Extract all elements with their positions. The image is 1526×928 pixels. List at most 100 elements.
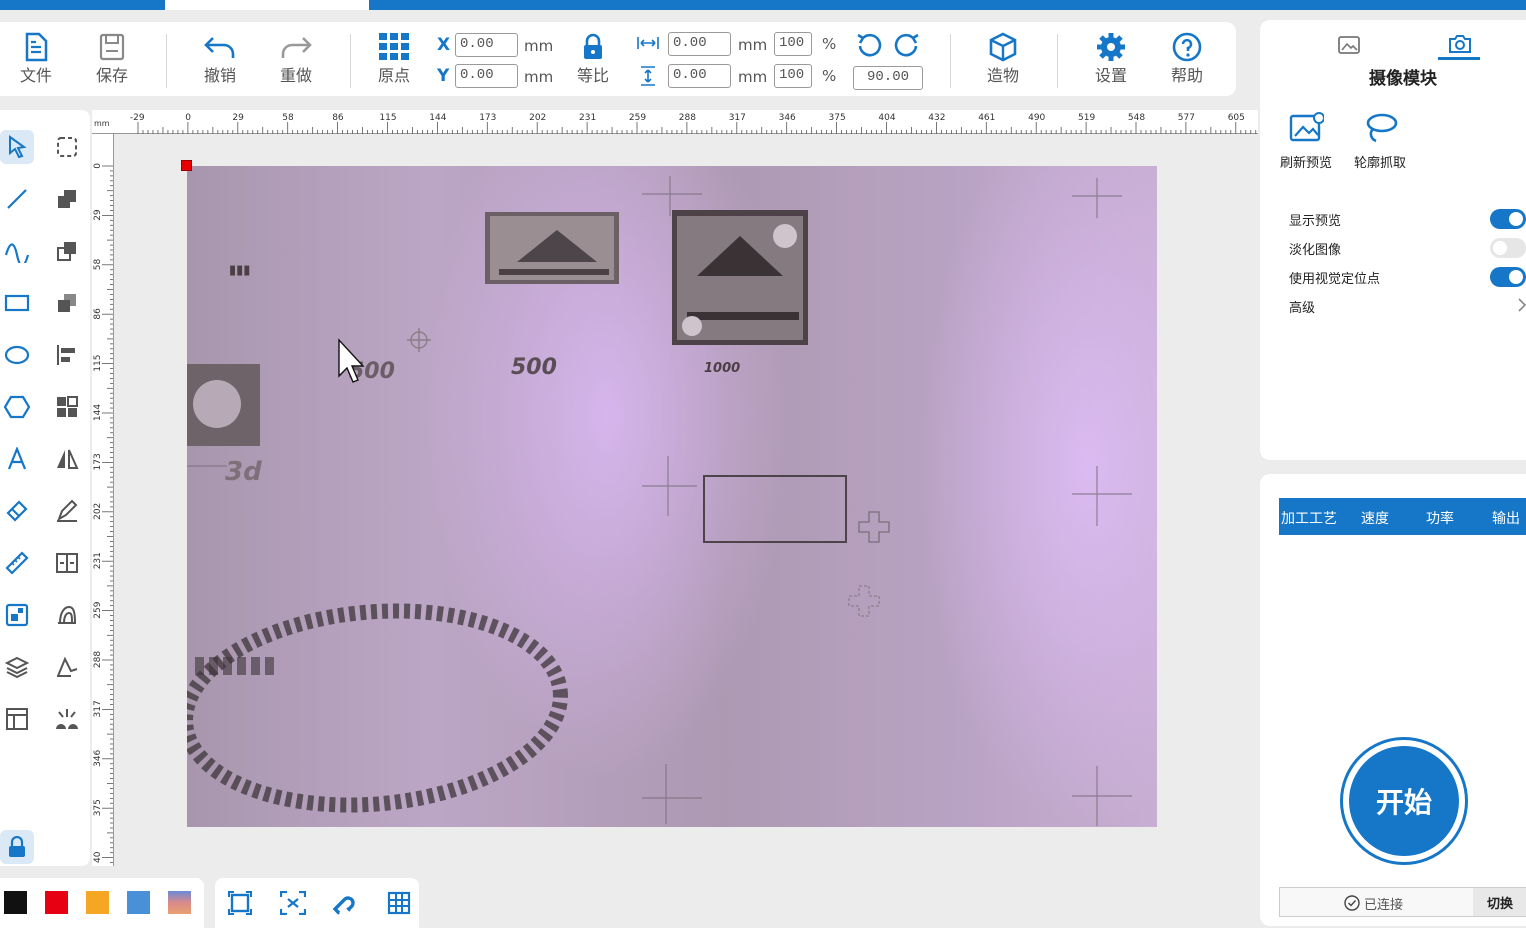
magnet-icon[interactable] xyxy=(333,889,359,917)
help-button[interactable]: 帮助 xyxy=(1159,32,1215,86)
fade-image-toggle[interactable] xyxy=(1490,238,1526,258)
vertical-ruler: 0 29 58 86 115 144 173 202 231 259 288 317 346 375 40 xyxy=(92,134,114,866)
offset-icon xyxy=(58,605,76,624)
width-percent-input[interactable]: 100 xyxy=(774,32,812,56)
intersect-tool[interactable] xyxy=(50,286,84,320)
lock-ratio-button[interactable]: 等比 xyxy=(565,32,621,86)
select-tool[interactable] xyxy=(0,130,34,164)
x-label: X xyxy=(437,35,451,55)
swatch-gradient[interactable] xyxy=(168,891,191,914)
help-icon xyxy=(1172,32,1202,62)
height-percent-input[interactable]: 100 xyxy=(774,64,812,88)
curve-tool[interactable] xyxy=(0,234,34,268)
image-tool[interactable] xyxy=(0,598,34,632)
camera-scene: ▮▮▮ 500 500 1000 3d xyxy=(187,176,1132,826)
fit-frame-icon[interactable] xyxy=(228,891,252,915)
height-unit: mm xyxy=(738,68,768,86)
camera-panel: 摄像模块 刷新预览 轮廓抓取 显示预览 淡化图像 使用视觉定位点 高级 xyxy=(1260,20,1526,460)
redo-label: 重做 xyxy=(279,66,312,85)
camera-preview-image[interactable]: ▮▮▮ 500 500 1000 3d xyxy=(187,166,1157,827)
rotate-left-icon[interactable] xyxy=(855,32,883,60)
redo-button[interactable]: 重做 xyxy=(268,32,324,86)
active-tab[interactable] xyxy=(165,0,369,10)
ruler-tick-label: 548 xyxy=(1128,113,1145,123)
show-preview-toggle[interactable] xyxy=(1490,209,1526,229)
ruler-tick-label: 173 xyxy=(93,453,103,470)
path-tool[interactable] xyxy=(50,650,84,684)
advanced-label[interactable]: 高级 xyxy=(1289,297,1315,316)
settings-button[interactable]: 设置 xyxy=(1083,32,1139,86)
horizontal-ruler: mm -29 0 29 58 86 115 144 173 202 231 259 288 317 346… xyxy=(92,110,1258,134)
rotation-input[interactable]: 90.00 xyxy=(853,66,923,90)
create-button[interactable]: 造物 xyxy=(975,32,1031,86)
origin-button[interactable]: 原点 xyxy=(366,32,422,86)
array-tool[interactable] xyxy=(50,390,84,424)
width-input[interactable]: 0.00 xyxy=(668,32,731,56)
union-tool[interactable] xyxy=(50,182,84,216)
y-position-input[interactable]: 0.00 xyxy=(455,64,518,88)
visual-positioning-toggle[interactable] xyxy=(1490,267,1526,287)
save-button[interactable]: 保存 xyxy=(84,32,140,86)
fit-selection-icon[interactable] xyxy=(280,891,306,915)
engraved-label-1000: 1000 xyxy=(704,361,740,376)
align-left-icon xyxy=(57,345,75,365)
swatch-orange[interactable] xyxy=(86,891,109,914)
origin-marker[interactable] xyxy=(181,160,192,171)
measure-tool[interactable] xyxy=(0,546,34,580)
contour-capture-button[interactable]: 轮廓抓取 xyxy=(1348,112,1412,171)
swatch-blue[interactable] xyxy=(127,891,150,914)
file-label: 文件 xyxy=(19,66,52,85)
text-tool[interactable] xyxy=(0,442,34,476)
mirror-tool[interactable] xyxy=(50,442,84,476)
layers-icon xyxy=(5,656,29,679)
camera-tab-icon[interactable] xyxy=(1448,34,1472,54)
rectangle-icon xyxy=(4,294,30,312)
layers-tool[interactable] xyxy=(0,650,34,684)
subtract-tool[interactable] xyxy=(50,234,84,268)
ellipse-tool[interactable] xyxy=(0,338,34,372)
refresh-preview-button[interactable]: 刷新预览 xyxy=(1274,112,1338,171)
create-label: 造物 xyxy=(986,66,1019,85)
lock-canvas-button[interactable] xyxy=(0,830,34,864)
file-button[interactable]: 文件 xyxy=(8,32,64,86)
height-input[interactable]: 0.00 xyxy=(668,64,731,88)
mirror-icon xyxy=(57,449,79,469)
rotate-right-icon[interactable] xyxy=(893,32,921,60)
undo-button[interactable]: 撤销 xyxy=(192,32,248,86)
eraser-icon xyxy=(6,500,28,522)
rectangle-tool[interactable] xyxy=(0,286,34,320)
origin-label: 原点 xyxy=(377,66,410,85)
ruler-tick-label: 0 xyxy=(185,113,191,123)
ruler-tick-label: 202 xyxy=(529,113,546,123)
swatch-black[interactable] xyxy=(4,891,27,914)
polygon-tool[interactable] xyxy=(0,390,34,424)
ruler-ticks: 0 29 58 86 115 144 173 202 231 259 288 317 346 375 40 xyxy=(93,163,113,863)
show-preview-label: 显示预览 xyxy=(1289,214,1342,229)
template-tool[interactable] xyxy=(0,702,34,736)
y-label: Y xyxy=(437,66,450,86)
image-tab-icon[interactable] xyxy=(1338,36,1360,54)
ruler-tick-label: 259 xyxy=(93,601,103,618)
padlock-icon xyxy=(9,836,25,857)
offset-tool[interactable] xyxy=(50,598,84,632)
split-tool[interactable] xyxy=(50,546,84,580)
eraser-tool[interactable] xyxy=(0,494,34,528)
lasso-icon xyxy=(1366,113,1398,143)
active-tab-indicator xyxy=(1438,57,1480,60)
gear-icon xyxy=(1097,33,1125,61)
swatch-red[interactable] xyxy=(45,891,68,914)
grid-icon[interactable] xyxy=(387,891,411,915)
node-edit-tool[interactable] xyxy=(50,130,84,164)
start-button[interactable]: 开始 xyxy=(1340,737,1468,865)
line-tool[interactable] xyxy=(0,182,34,216)
align-tool[interactable] xyxy=(50,338,84,372)
ruler-tick-label: 58 xyxy=(282,113,294,123)
ruler-tick-label: 605 xyxy=(1228,113,1245,123)
process-panel: 加工工艺 速度 功率 输出 开始 已连接 切换 xyxy=(1260,474,1526,926)
switch-button[interactable]: 切换 xyxy=(1473,888,1526,916)
undo-label: 撤销 xyxy=(203,66,236,85)
pen-edit-tool[interactable] xyxy=(50,494,84,528)
file-icon xyxy=(25,32,48,62)
laser-tool[interactable] xyxy=(50,702,84,736)
x-position-input[interactable]: 0.00 xyxy=(455,33,518,57)
